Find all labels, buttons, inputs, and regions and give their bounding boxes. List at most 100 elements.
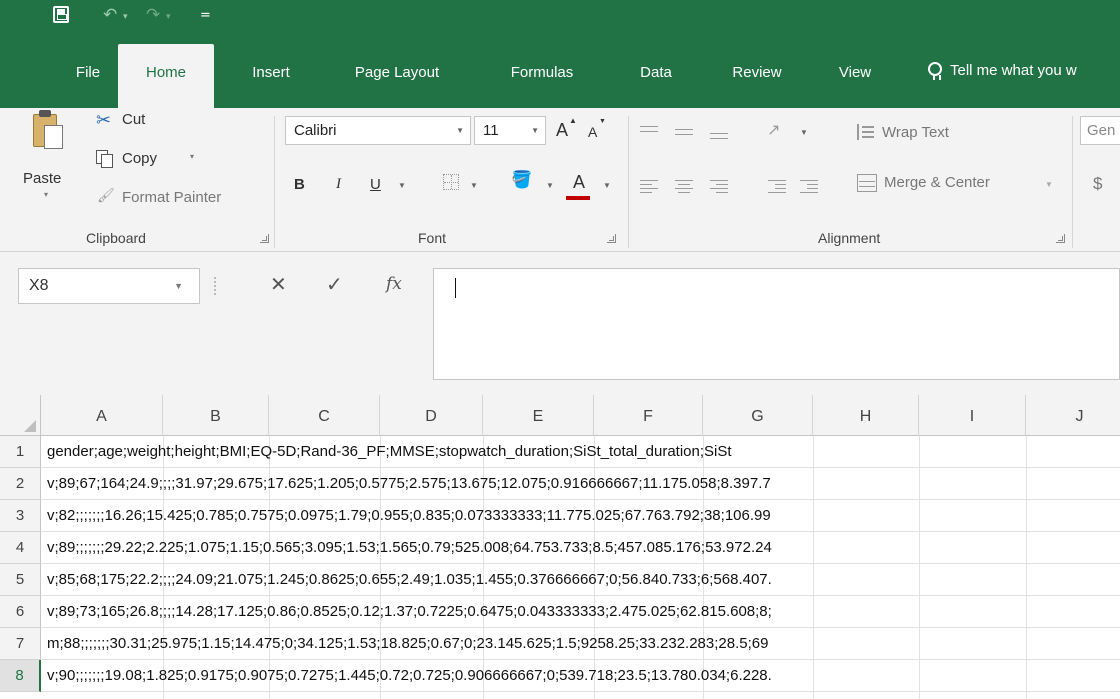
paste-dropdown-icon[interactable]: ▾	[44, 190, 48, 199]
underline-dropdown-icon[interactable]: ▼	[398, 181, 406, 190]
align-bottom-icon[interactable]	[710, 126, 728, 140]
formula-input[interactable]	[433, 268, 1120, 380]
font-launcher-icon[interactable]	[607, 234, 616, 243]
name-box[interactable]: X8 ▼	[18, 268, 200, 304]
fill-color-icon[interactable]: 🪣	[511, 170, 532, 190]
row-header-6[interactable]: 6	[0, 596, 41, 628]
grow-font-button[interactable]: A	[556, 120, 568, 141]
ribbon-home: Paste ▾ ✂ Cut Copy ▾ 🖌 Format Painter Cl…	[0, 108, 1120, 252]
font-size-combo[interactable]: 11 ▼	[474, 116, 546, 145]
customize-toolbar-icon[interactable]: =	[200, 8, 211, 23]
column-header-b[interactable]: B	[163, 395, 269, 436]
orientation-icon[interactable]: ↗	[767, 120, 780, 139]
wrap-text-button[interactable]: Wrap Text	[882, 124, 949, 141]
table-row[interactable]: gender;age;weight;height;BMI;EQ-5D;Rand-…	[41, 436, 1120, 468]
grow-font-arrow-icon: ▲	[569, 116, 577, 125]
shrink-font-button[interactable]: A	[588, 124, 597, 140]
align-center-icon[interactable]	[675, 180, 693, 194]
format-painter-button[interactable]: Format Painter	[122, 189, 221, 206]
font-color-dropdown-icon[interactable]: ▼	[603, 181, 611, 190]
bold-button[interactable]: B	[294, 176, 305, 193]
number-format-combo[interactable]: Gen	[1080, 116, 1120, 145]
tell-me-text: Tell me what you w	[950, 62, 1077, 79]
tab-insert[interactable]: Insert	[236, 50, 306, 108]
column-header-d[interactable]: D	[380, 395, 483, 436]
merge-dropdown-icon[interactable]: ▼	[1045, 180, 1053, 189]
fill-color-dropdown-icon[interactable]: ▼	[546, 181, 554, 190]
save-icon[interactable]	[53, 6, 69, 23]
align-left-icon[interactable]	[640, 180, 658, 194]
column-header-f[interactable]: F	[594, 395, 703, 436]
worksheet-grid[interactable]: A B C D E F G H I J 1 gender;age;weight;…	[0, 395, 1120, 699]
paste-icon[interactable]	[33, 110, 63, 150]
table-row[interactable]: v;90;;;;;;;19.08;1.825;0.9175;0.9075;0.7…	[41, 660, 1120, 692]
increase-indent-icon[interactable]	[800, 180, 818, 194]
row-header-7[interactable]: 7	[0, 628, 41, 660]
column-header-a[interactable]: A	[41, 395, 163, 436]
tab-view[interactable]: View	[824, 50, 886, 108]
font-name-dropdown-icon[interactable]: ▼	[456, 117, 464, 144]
currency-button[interactable]: $	[1093, 174, 1102, 194]
clipboard-launcher-icon[interactable]	[260, 234, 269, 243]
column-header-c[interactable]: C	[269, 395, 380, 436]
tab-formulas[interactable]: Formulas	[490, 50, 594, 108]
row-header-8[interactable]: 8	[0, 660, 41, 692]
undo-dropdown-icon[interactable]: ▾	[123, 12, 128, 22]
underline-button[interactable]: U	[370, 176, 381, 193]
row-header-5[interactable]: 5	[0, 564, 41, 596]
undo-icon[interactable]: ↶	[103, 5, 117, 25]
font-size-dropdown-icon[interactable]: ▼	[531, 117, 539, 144]
tab-file[interactable]: File	[62, 50, 114, 108]
table-row[interactable]: v;82;;;;;;;16.26;15.425;0.785;0.7575;0.0…	[41, 500, 1120, 532]
insert-function-button[interactable]: fx	[386, 274, 402, 294]
title-bar: ↶ ▾ ↷ ▾ =	[0, 0, 1120, 40]
tab-page-layout[interactable]: Page Layout	[330, 50, 464, 108]
alignment-launcher-icon[interactable]	[1056, 234, 1065, 243]
align-middle-icon[interactable]	[675, 126, 693, 140]
cancel-icon[interactable]: ✕	[270, 272, 287, 296]
table-row[interactable]: v;89;67;164;24.9;;;;31.97;29.675;17.625;…	[41, 468, 1120, 500]
row-header-3[interactable]: 3	[0, 500, 41, 532]
formula-bar-resize-handle[interactable]	[214, 277, 217, 295]
group-separator	[274, 116, 275, 248]
table-row[interactable]: v;89;73;165;26.8;;;;14.28;17.125;0.86;0.…	[41, 596, 1120, 628]
redo-icon[interactable]: ↷	[146, 5, 160, 25]
copy-dropdown-icon[interactable]: ▾	[190, 152, 194, 161]
column-header-i[interactable]: I	[919, 395, 1026, 436]
decrease-indent-icon[interactable]	[768, 180, 786, 194]
row-header-2[interactable]: 2	[0, 468, 41, 500]
enter-icon[interactable]: ✓	[326, 272, 343, 296]
align-right-icon[interactable]	[710, 180, 728, 194]
paste-button[interactable]: Paste	[23, 170, 61, 187]
borders-icon[interactable]	[443, 174, 459, 190]
group-separator	[628, 116, 629, 248]
merge-center-icon	[857, 174, 877, 192]
select-all-button[interactable]	[0, 395, 41, 436]
table-row[interactable]: m;88;;;;;;;30.31;25.975;1.15;14.475;0;34…	[41, 628, 1120, 660]
name-box-dropdown-icon[interactable]: ▼	[174, 269, 183, 303]
redo-dropdown-icon[interactable]: ▾	[166, 12, 171, 22]
table-row[interactable]: v;85;68;175;22.2;;;;24.09;21.075;1.245;0…	[41, 564, 1120, 596]
wrap-text-icon	[857, 124, 875, 140]
merge-center-button[interactable]: Merge & Center	[884, 174, 990, 191]
tell-me-search[interactable]: Tell me what you w	[928, 62, 1077, 80]
formula-bar-area: X8 ▼ ✕ ✓ fx	[0, 252, 1120, 395]
row-header-1[interactable]: 1	[0, 436, 41, 468]
italic-button[interactable]: I	[336, 176, 341, 193]
tab-review[interactable]: Review	[714, 50, 800, 108]
font-color-button[interactable]: A	[573, 172, 585, 193]
align-top-icon[interactable]	[640, 126, 658, 140]
copy-button[interactable]: Copy	[122, 150, 157, 167]
cut-button[interactable]: Cut	[122, 111, 145, 128]
orientation-dropdown-icon[interactable]: ▼	[800, 128, 808, 137]
tab-home[interactable]: Home	[118, 44, 214, 108]
row-header-4[interactable]: 4	[0, 532, 41, 564]
column-header-e[interactable]: E	[483, 395, 594, 436]
borders-dropdown-icon[interactable]: ▼	[470, 181, 478, 190]
column-header-g[interactable]: G	[703, 395, 813, 436]
font-name-combo[interactable]: Calibri ▼	[285, 116, 471, 145]
table-row[interactable]: v;89;;;;;;;29.22;2.225;1.075;1.15;0.565;…	[41, 532, 1120, 564]
column-header-h[interactable]: H	[813, 395, 919, 436]
column-header-j[interactable]: J	[1026, 395, 1120, 436]
tab-data[interactable]: Data	[626, 50, 686, 108]
